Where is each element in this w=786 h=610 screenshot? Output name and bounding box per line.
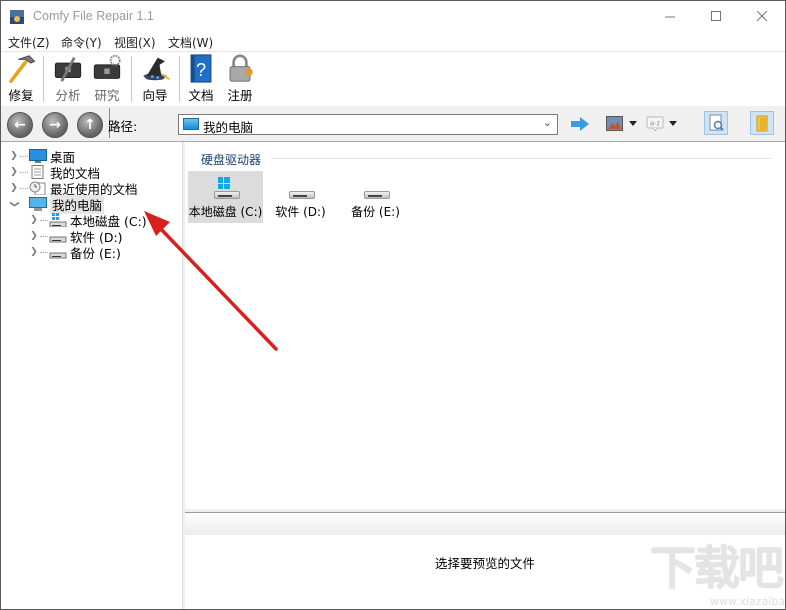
menu-document[interactable]: 文档(W) — [168, 34, 213, 51]
path-label: 路径: — [108, 119, 138, 134]
group-divider — [271, 158, 771, 159]
close-icon — [756, 11, 767, 22]
drive-label: 软件 (D:) — [275, 205, 326, 219]
view-dropdown-icon[interactable] — [629, 121, 637, 126]
toolbox-research-icon — [93, 54, 121, 79]
arrow-left-icon: ← — [14, 117, 26, 133]
toolbar-separator — [179, 56, 180, 102]
minimize-button[interactable] — [647, 1, 693, 32]
drive-icon — [49, 236, 67, 243]
wizard-button[interactable]: 向导 — [138, 54, 172, 104]
watermark-url: www.xiazaiba.com — [710, 595, 786, 608]
drive-icon — [284, 177, 318, 201]
drive-icon — [49, 252, 67, 259]
document-icon — [31, 165, 44, 179]
close-button[interactable] — [739, 1, 785, 32]
toolbox-analyze-icon — [54, 56, 82, 82]
tree-item-drive-e[interactable]: ❯ 备份 (E:) — [29, 244, 121, 261]
folders-toggle[interactable] — [750, 111, 774, 135]
back-button[interactable]: ← — [7, 112, 33, 138]
chevron-down-icon[interactable]: ⌄ — [543, 116, 552, 129]
repair-label: 修复 — [8, 88, 34, 103]
chevron-right-icon[interactable]: ❯ — [9, 167, 19, 177]
computer-icon — [183, 118, 199, 130]
path-value: 我的电脑 — [203, 120, 254, 135]
go-arrow-icon[interactable] — [570, 116, 590, 132]
drive-icon — [359, 177, 393, 201]
chevron-right-icon[interactable]: ❯ — [29, 247, 39, 257]
arrow-right-icon: → — [49, 117, 61, 133]
wizard-hat-icon — [143, 57, 171, 81]
maximize-icon — [710, 11, 721, 21]
arrow-up-icon: ↑ — [84, 117, 96, 133]
research-button[interactable]: 研究 — [90, 54, 124, 104]
preview-header — [185, 512, 785, 536]
folders-icon — [756, 115, 768, 132]
menu-view[interactable]: 视图(X) — [114, 34, 156, 51]
svg-text:?: ? — [196, 60, 206, 80]
group-header: 硬盘驱动器 — [201, 153, 262, 167]
recent-docs-icon — [29, 181, 46, 195]
forward-button[interactable]: → — [42, 112, 68, 138]
menu-command[interactable]: 命令(Y) — [61, 34, 102, 51]
chevron-right-icon[interactable]: ❯ — [9, 151, 19, 161]
register-label: 注册 — [227, 88, 253, 103]
maximize-button[interactable] — [693, 1, 739, 32]
register-button[interactable]: 注册 — [223, 54, 257, 104]
sort-icon[interactable]: a·z — [646, 115, 664, 133]
folder-tree: ❯ 桌面 ❯ 我的文档 ❯ 最近使用的文档 ❯ 我的电脑 ❯ 本地磁盘 (C:)… — [1, 142, 182, 609]
analyze-button[interactable]: 分析 — [51, 54, 85, 104]
preview-pane-icon — [709, 114, 724, 131]
wizard-label: 向导 — [142, 88, 168, 103]
drive-label: 备份 (E:) — [351, 205, 400, 219]
tree-item-label: 备份 (E:) — [70, 245, 121, 261]
menu-file[interactable]: 文件(Z) — [8, 34, 50, 51]
documentation-label: 文档 — [188, 88, 214, 103]
thumbnail-view-icon[interactable] — [606, 116, 623, 131]
title-bar: Comfy File Repair 1.1 — [1, 1, 785, 32]
analyze-label: 分析 — [55, 88, 81, 103]
drive-label: 本地磁盘 (C:) — [188, 205, 263, 219]
sort-dropdown-icon[interactable] — [669, 121, 677, 126]
hammer-icon — [9, 55, 36, 83]
drive-item-e[interactable]: 备份 (E:) — [338, 171, 413, 223]
navigation-bar: ← → ↑ 路径: 我的电脑 ⌄ a·z — [1, 106, 785, 142]
toolbar-separator — [131, 56, 132, 102]
app-window: Comfy File Repair 1.1 文件(Z) 命令(Y) 视图(X) … — [0, 0, 786, 610]
window-title: Comfy File Repair 1.1 — [33, 9, 154, 23]
path-combobox[interactable]: 我的电脑 ⌄ — [178, 114, 558, 135]
desktop-icon — [29, 149, 47, 163]
toolbar-separator — [43, 56, 44, 102]
drive-item-d[interactable]: 软件 (D:) — [263, 171, 338, 223]
help-book-icon: ? — [190, 54, 212, 83]
documentation-button[interactable]: ? 文档 — [185, 54, 217, 104]
preview-pane-toggle[interactable] — [704, 111, 728, 135]
up-button[interactable]: ↑ — [77, 112, 103, 138]
drive-item-c[interactable]: 本地磁盘 (C:) — [188, 171, 263, 223]
research-label: 研究 — [94, 88, 120, 103]
repair-button[interactable]: 修复 — [5, 54, 37, 104]
minimize-icon — [664, 16, 675, 18]
chevron-down-icon[interactable]: ❯ — [9, 199, 19, 209]
file-list-pane: 硬盘驱动器 本地磁盘 (C:) 软件 (D:) 备份 (E:) — [185, 142, 785, 509]
chevron-right-icon[interactable]: ❯ — [29, 215, 39, 225]
system-drive-icon — [49, 213, 67, 227]
chevron-right-icon[interactable]: ❯ — [9, 183, 19, 193]
computer-icon — [29, 197, 47, 211]
chevron-right-icon[interactable]: ❯ — [29, 231, 39, 241]
svg-text:a·z: a·z — [650, 120, 661, 128]
padlock-icon — [229, 54, 253, 82]
menu-bar: 文件(Z) 命令(Y) 视图(X) 文档(W) — [1, 32, 785, 51]
toolbar: 修复 分析 研究 向导 ? 文档 注册 — [1, 51, 785, 107]
app-icon — [10, 10, 24, 24]
system-drive-icon — [209, 177, 243, 201]
